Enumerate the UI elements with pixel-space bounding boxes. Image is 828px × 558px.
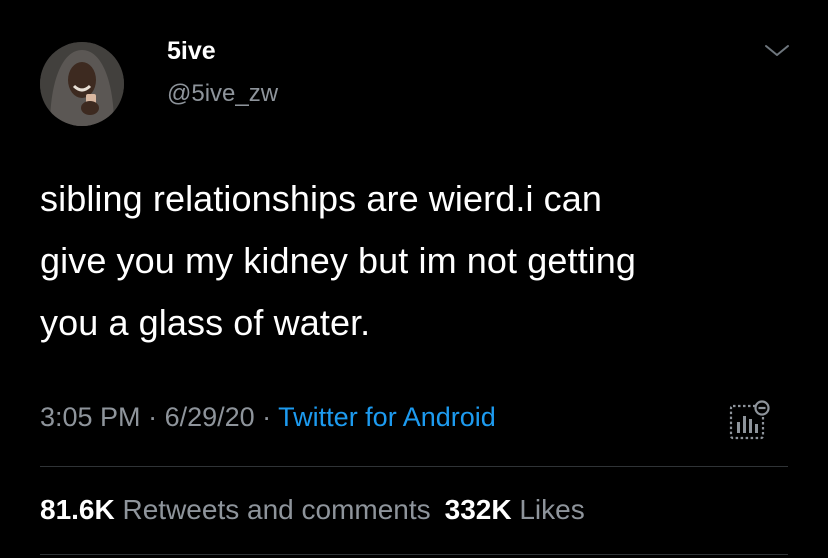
meta-separator: · (254, 402, 279, 432)
retweets-stat[interactable]: 81.6K Retweets and comments (40, 494, 431, 525)
tweet-text-line: you a glass of water. (40, 302, 371, 343)
user-name[interactable]: 5ive (167, 36, 216, 66)
retweets-count: 81.6K (40, 494, 115, 525)
more-options-button[interactable] (762, 38, 792, 62)
chevron-down-icon (765, 45, 789, 56)
tweet-text-line: give you my kidney but im not getting (40, 240, 637, 281)
likes-label: Likes (519, 494, 585, 525)
avatar[interactable] (40, 42, 124, 126)
tweet-meta: 3:05 PM · 6/29/20 · Twitter for Android (40, 400, 496, 434)
tweet-detail: 5ive @5ive_zw sibling relationships are … (0, 0, 828, 558)
retweets-label: Retweets and comments (122, 494, 431, 525)
divider (40, 554, 788, 555)
analytics-icon (729, 400, 770, 440)
tweet-text: sibling relationships are wierd.i can gi… (40, 168, 800, 354)
divider (40, 466, 788, 467)
likes-stat[interactable]: 332K Likes (445, 494, 585, 525)
likes-count: 332K (444, 494, 512, 525)
tweet-source-link[interactable]: Twitter for Android (278, 402, 496, 432)
tweet-time: 3:05 PM (40, 402, 141, 432)
meta-separator: · (140, 402, 165, 432)
avatar-image (40, 42, 124, 126)
analytics-button[interactable] (728, 400, 772, 442)
tweet-date: 6/29/20 (164, 402, 255, 432)
tweet-text-line: sibling relationships are wierd.i can (40, 178, 602, 219)
user-handle[interactable]: @5ive_zw (167, 79, 278, 109)
tweet-stats: 81.6K Retweets and comments 332K Likes (40, 493, 585, 527)
